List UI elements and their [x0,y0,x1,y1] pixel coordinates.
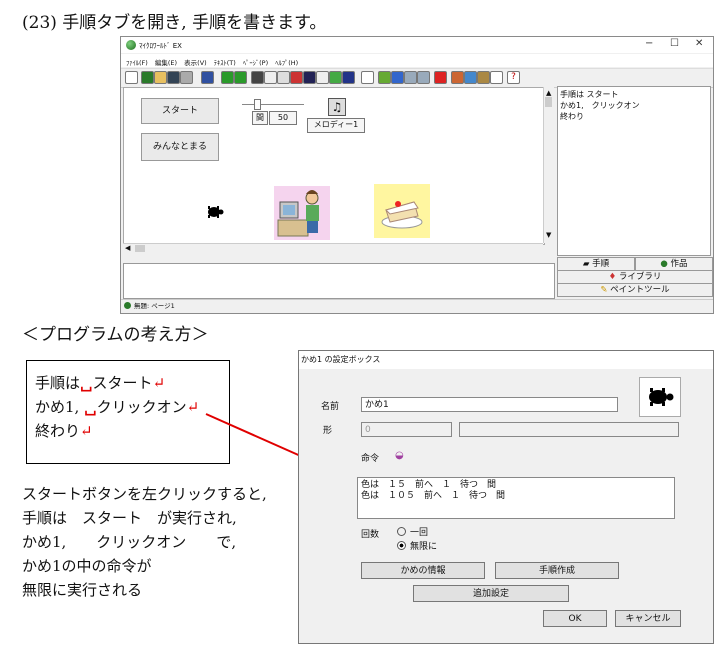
shape-field[interactable]: 0 [361,422,452,437]
radio-once-label: 一回 [410,528,429,538]
radio-once[interactable]: 一回 [397,525,428,538]
turtle-settings-dialog: かめ1 の設定ボックス 名前 かめ1 形 0 命令 ◒ 色は １５ 前へ １ 待… [298,350,714,644]
mouse-icon[interactable]: ◒ [395,450,404,461]
additional-settings-button[interactable]: 追加設定 [413,585,569,602]
name-label: 名前 [321,402,340,412]
shape-name-field[interactable] [459,422,679,437]
turtle-preview [639,377,681,417]
radio-infinite-dot [397,541,406,550]
dialog-title: かめ1 の設定ボックス [299,351,713,369]
make-procedure-button[interactable]: 手順作成 [495,562,619,579]
shape-label: 形 [323,426,333,436]
command-line: 色は １５ 前へ １ 待つ 間 [361,480,497,490]
command-line: 色は １０５ 前へ １ 待つ 間 [361,491,506,501]
radio-once-dot [397,527,406,536]
ok-button[interactable]: OK [543,610,607,627]
count-label: 回数 [361,530,380,540]
turtle-info-button[interactable]: かめの情報 [361,562,485,579]
dialog-title-text: かめ1 の設定ボックス [301,355,381,364]
command-list[interactable]: 色は １５ 前へ １ 待つ 間 色は １０５ 前へ １ 待つ 間 [357,477,675,519]
radio-infinite-label: 無限に [410,542,438,552]
turtle-preview-icon [649,388,674,406]
name-field[interactable]: かめ1 [361,397,618,412]
radio-infinite[interactable]: 無限に [397,539,437,552]
cancel-button[interactable]: キャンセル [615,610,681,627]
command-label: 命令 [361,454,380,464]
